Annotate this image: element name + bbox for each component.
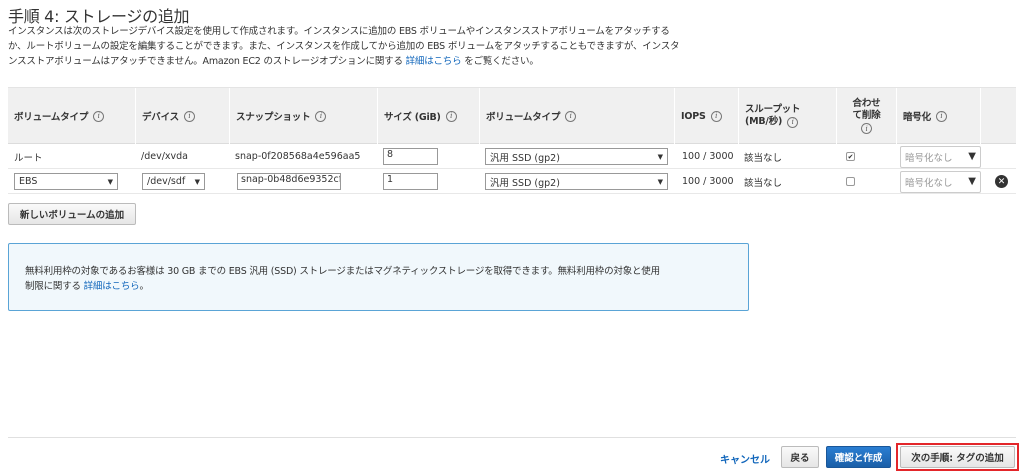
size-cell: 8 <box>383 144 438 169</box>
info-icon[interactable]: i <box>935 110 947 122</box>
header-label: 暗号化 <box>903 112 931 123</box>
device-cell: /dev/xvda <box>141 151 188 162</box>
snapshot-cell: snap-0f208568a4e596aa5 <box>235 151 361 162</box>
chevron-down-icon: ▼ <box>657 177 663 186</box>
select-value: 汎用 SSD (gp2) <box>490 177 560 189</box>
header-label-wrap: スループット (MB/秒) i <box>745 104 800 128</box>
desc-text: ンスストアボリュームはアタッチできません。Amazon EC2 のストレージオプ… <box>8 56 406 67</box>
chevron-down-icon: ▼ <box>968 176 976 187</box>
header-label-wrap: 合わせ て削除 i <box>853 98 881 134</box>
snapshot-input[interactable]: snap-0b48d6e9352cff <box>237 173 341 190</box>
volume-type-dropdown[interactable]: EBS ▼ <box>14 173 118 190</box>
info-icon[interactable]: i <box>315 110 327 122</box>
chevron-down-icon: ▼ <box>657 152 663 161</box>
info-icon[interactable]: i <box>183 110 195 122</box>
info-icon[interactable]: i <box>710 110 722 122</box>
review-and-launch-button[interactable]: 確認と作成 <box>826 446 891 468</box>
encryption-cell: 暗号化なし ▼ <box>900 169 981 194</box>
table-row: EBS ▼ /dev/sdf ▼ snap-0b48d6e9352cff 1 汎… <box>8 169 1016 194</box>
volume-type-select[interactable]: 汎用 SSD (gp2) ▼ <box>485 173 668 190</box>
header-throughput: スループット (MB/秒) i <box>738 88 836 144</box>
add-new-volume-button[interactable]: 新しいボリュームの追加 <box>8 203 136 225</box>
snapshot-cell: snap-0b48d6e9352cff <box>237 169 341 194</box>
device-select[interactable]: /dev/sdf ▼ <box>142 173 205 190</box>
delete-cell: ✔ <box>846 144 855 169</box>
header-label: IOPS <box>681 110 706 122</box>
type-cell: 汎用 SSD (gp2) ▼ <box>485 169 668 194</box>
size-input[interactable]: 8 <box>383 148 438 165</box>
volume-type-cell: EBS ▼ <box>14 169 118 194</box>
iops-cell: 100 / 3000 <box>682 151 734 162</box>
header-size: サイズ (GiB) i <box>377 88 479 144</box>
header-label: サイズ (GiB) <box>384 112 441 123</box>
header-encryption: 暗号化 i <box>896 88 980 144</box>
select-value: EBS <box>19 176 38 187</box>
header-volume-type-2: ボリュームタイプ i <box>479 88 674 144</box>
header-label: ボリュームタイプ <box>486 112 561 123</box>
delete-on-termination-checkbox[interactable]: ✔ <box>846 152 855 161</box>
info-learn-more-link[interactable]: 詳細はこちら <box>84 281 140 292</box>
select-value: /dev/sdf <box>147 176 186 187</box>
size-input[interactable]: 1 <box>383 173 438 190</box>
delete-cell <box>846 169 855 194</box>
volume-type-select[interactable]: 汎用 SSD (gp2) ▼ <box>485 148 668 165</box>
header-snapshot: スナップショット i <box>229 88 377 144</box>
header-label: て削除 <box>852 110 881 121</box>
info-icon[interactable]: i <box>861 123 872 134</box>
page-description: インスタンスは次のストレージデバイス設定を使用して作成されます。インスタンスに追… <box>8 24 768 69</box>
table-header: ボリュームタイプ i デバイス i スナップショット i サイズ (GiB) i… <box>8 87 1016 144</box>
encryption-select[interactable]: 暗号化なし ▼ <box>900 145 981 168</box>
desc-line-3: ンスストアボリュームはアタッチできません。Amazon EC2 のストレージオプ… <box>8 54 768 69</box>
header-iops: IOPS i <box>674 88 738 144</box>
throughput-cell: 該当なし <box>744 177 783 189</box>
table-row: ルート /dev/xvda snap-0f208568a4e596aa5 8 汎… <box>8 144 1016 169</box>
info-icon[interactable]: i <box>93 110 105 122</box>
throughput-cell: 該当なし <box>744 152 783 164</box>
remove-volume-icon[interactable]: ✕ <box>995 175 1008 188</box>
chevron-down-icon: ▼ <box>107 177 113 186</box>
select-value: 汎用 SSD (gp2) <box>490 152 560 164</box>
info-icon[interactable]: i <box>445 110 457 122</box>
storage-table: ボリュームタイプ i デバイス i スナップショット i サイズ (GiB) i… <box>8 87 1016 194</box>
footer-divider <box>8 437 1016 438</box>
header-remove <box>980 88 1016 144</box>
header-label: 合わせ <box>852 98 881 109</box>
chevron-down-icon: ▼ <box>194 177 200 186</box>
header-label: スナップショット <box>236 112 311 123</box>
info-icon[interactable]: i <box>565 110 577 122</box>
header-sub: (MB/秒) i <box>745 116 800 128</box>
desc-line-1: インスタンスは次のストレージデバイス設定を使用して作成されます。インスタンスに追… <box>8 26 670 37</box>
encryption-cell: 暗号化なし ▼ <box>900 144 981 169</box>
header-device: デバイス i <box>135 88 229 144</box>
select-value: 暗号化なし <box>905 177 953 189</box>
learn-more-link[interactable]: 詳細はこちら <box>406 56 462 67</box>
cancel-link[interactable]: キャンセル <box>720 451 770 466</box>
header-delete-on-termination: 合わせ て削除 i <box>836 88 896 144</box>
info-icon[interactable]: i <box>787 116 799 128</box>
desc-text-end: をご覧ください。 <box>461 56 539 67</box>
back-button[interactable]: 戻る <box>781 446 819 468</box>
size-cell: 1 <box>383 169 438 194</box>
header-label: デバイス <box>142 112 179 123</box>
encryption-select[interactable]: 暗号化なし ▼ <box>900 170 981 193</box>
header-label-sub: (MB/秒) <box>745 116 783 127</box>
desc-line-2: か、ルートボリュームの設定を編集することができます。また、インスタンスを作成して… <box>8 41 680 52</box>
chevron-down-icon: ▼ <box>968 151 976 162</box>
device-cell: /dev/sdf ▼ <box>142 169 205 194</box>
remove-cell: ✕ <box>995 169 1008 194</box>
type-cell: 汎用 SSD (gp2) ▼ <box>485 144 668 169</box>
info-text-end: 。 <box>139 281 149 292</box>
header-label: ボリュームタイプ <box>14 112 89 123</box>
info-line-1: 無料利用枠の対象であるお客様は 30 GB までの EBS 汎用 (SSD) ス… <box>25 266 660 277</box>
header-volume-type: ボリュームタイプ i <box>8 88 135 144</box>
free-tier-info-box: 無料利用枠の対象であるお客様は 30 GB までの EBS 汎用 (SSD) ス… <box>8 243 749 311</box>
volume-type-cell: ルート <box>14 152 43 164</box>
info-line-2: 制限に関する 詳細はこちら。 <box>25 279 732 294</box>
select-value: 暗号化なし <box>905 152 953 164</box>
highlight-box <box>896 443 1019 471</box>
iops-cell: 100 / 3000 <box>682 176 734 187</box>
delete-on-termination-checkbox[interactable] <box>846 177 855 186</box>
info-text: 制限に関する <box>25 281 84 292</box>
header-label: スループット <box>745 104 801 115</box>
